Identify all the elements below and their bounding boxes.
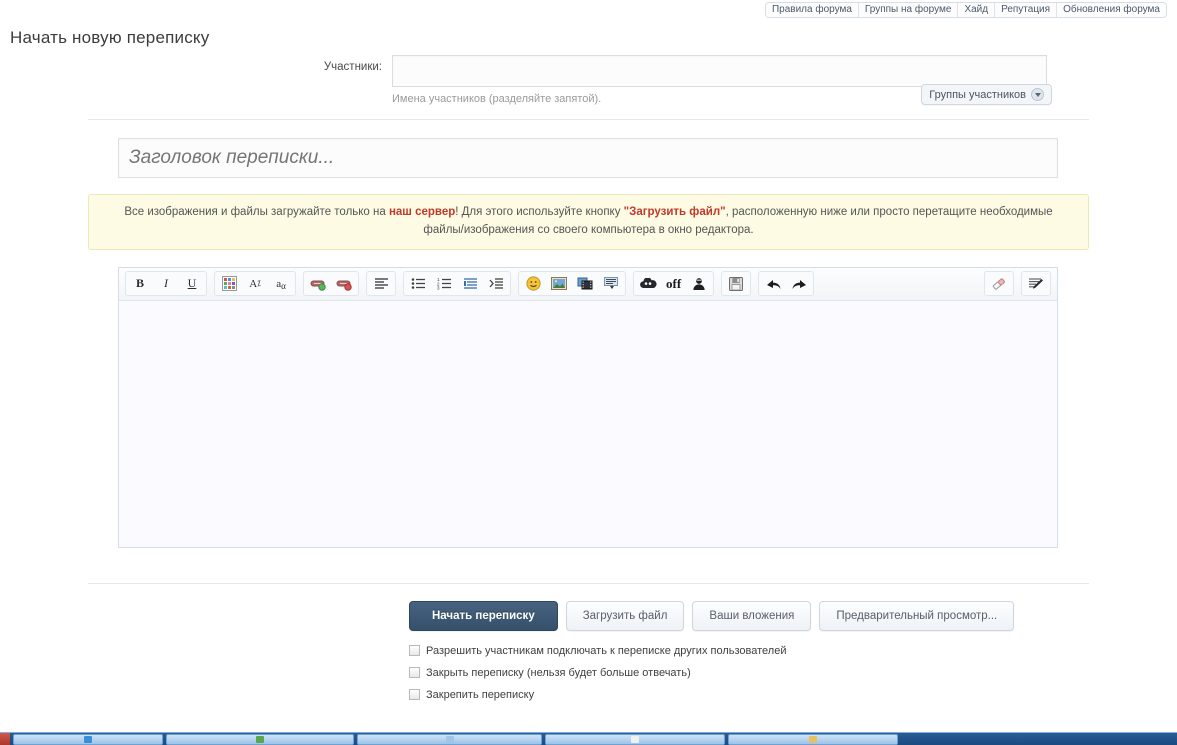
history-group — [758, 271, 815, 297]
cloud-icon[interactable] — [635, 272, 661, 295]
code-icon[interactable] — [483, 272, 509, 295]
media-group — [518, 271, 626, 297]
svg-text:3: 3 — [437, 286, 440, 291]
topnav-forum-updates[interactable]: Обновления форума — [1057, 3, 1166, 17]
video-icon[interactable] — [572, 272, 598, 295]
allow-invite-checkbox[interactable] — [409, 645, 420, 657]
taskbar-app-icon — [256, 735, 264, 743]
image-icon[interactable] — [546, 272, 572, 295]
divider-top — [88, 119, 1089, 120]
participant-groups-label: Группы участников — [929, 88, 1026, 101]
allow-invite-label: Разрешить участникам подключать к перепи… — [426, 644, 787, 657]
divider-bottom — [88, 582, 1089, 584]
taskbar-item[interactable] — [166, 733, 354, 745]
source-mode-icon[interactable] — [1023, 272, 1049, 295]
page-title: Начать новую переписку — [10, 28, 210, 47]
action-buttons-row: Начать переписку Загрузить файл Ваши вло… — [409, 600, 1177, 631]
insert-link-icon[interactable] — [305, 272, 331, 295]
conversation-title-wrap — [118, 138, 1059, 178]
top-navigation-bar: Правила форума Группы на форуме Хайд Реп… — [764, 2, 1167, 18]
option-row: Закрепить переписку — [409, 689, 1177, 701]
italic-icon[interactable]: I — [153, 272, 179, 295]
notice-part-2: ! Для этого используйте кнопку — [455, 206, 624, 218]
off-label[interactable]: off — [661, 272, 686, 295]
taskbar-app-icon — [809, 735, 817, 743]
start-button[interactable] — [0, 733, 10, 745]
taskbar-app-icon — [631, 735, 639, 743]
options-list: Разрешить участникам подключать к перепи… — [409, 645, 1177, 701]
os-taskbar — [0, 732, 1177, 745]
participants-field-column: Имена участников (разделяйте запятой). Г… — [392, 55, 1052, 105]
quote-icon[interactable] — [457, 272, 483, 295]
lock-conversation-checkbox[interactable] — [409, 667, 420, 679]
participants-row: Участники: Имена участников (разделяйте … — [0, 55, 1177, 105]
option-row: Закрыть переписку (нельзя будет больше о… — [409, 667, 1177, 679]
taskbar-item[interactable] — [728, 733, 898, 745]
text-format-group: B I U — [125, 271, 207, 297]
smiley-icon[interactable] — [520, 272, 546, 295]
topnav-forum-groups[interactable]: Группы на форуме — [858, 3, 959, 17]
topnav-hide[interactable]: Хайд — [958, 3, 996, 17]
redo-icon[interactable] — [786, 272, 812, 295]
upload-notice: Все изображения и файлы загружайте тольк… — [88, 194, 1089, 250]
taskbar-app-icon — [445, 735, 454, 743]
notice-part-1: Все изображения и файлы загружайте тольк… — [124, 206, 389, 218]
align-left-icon[interactable] — [368, 272, 394, 295]
pin-conversation-label: Закрепить переписку — [426, 688, 535, 701]
text-color-icon[interactable] — [216, 272, 242, 295]
taskbar-item[interactable] — [13, 733, 163, 745]
your-attachments-button[interactable]: Ваши вложения — [692, 600, 812, 631]
undo-icon[interactable] — [760, 272, 786, 295]
notice-emphasis-upload: "Загрузить файл" — [623, 206, 726, 218]
font-size-letter: A — [249, 277, 258, 290]
page-root: Правила форума Группы на форуме Хайд Реп… — [0, 0, 1177, 745]
eraser-group — [984, 271, 1014, 297]
participants-input[interactable] — [392, 55, 1047, 87]
list-group: 1 2 3 — [403, 271, 511, 297]
link-group — [303, 271, 359, 297]
source-group — [1021, 271, 1051, 297]
lock-conversation-label: Закрыть переписку (нельзя будет больше о… — [426, 666, 691, 679]
font-family-icon[interactable]: aα — [268, 272, 294, 295]
topnav-forum-rules[interactable]: Правила форума — [765, 3, 859, 17]
editor-toolbar: B I U A ⁒ a α 1 2 3 off — [119, 267, 1057, 301]
pin-conversation-checkbox[interactable] — [409, 689, 420, 701]
topnav-reputation[interactable]: Репутация — [995, 3, 1058, 17]
bullet-list-icon[interactable] — [405, 272, 431, 295]
start-conversation-button[interactable]: Начать переписку — [409, 600, 558, 631]
main-content: Участники: Имена участников (разделяйте … — [0, 55, 1177, 711]
user-hide-icon[interactable] — [686, 272, 712, 295]
taskbar-item[interactable] — [545, 733, 725, 745]
remove-link-icon[interactable] — [331, 272, 357, 295]
chevron-down-icon — [1031, 88, 1044, 101]
upload-file-button[interactable]: Загрузить файл — [565, 600, 685, 631]
save-draft-icon[interactable] — [723, 272, 749, 295]
save-group — [721, 271, 752, 297]
notice-emphasis-server: наш сервер — [388, 206, 456, 218]
font-size-arrows: ⁒ — [257, 279, 261, 289]
taskbar-item[interactable] — [357, 733, 542, 745]
option-row: Разрешить участникам подключать к перепи… — [409, 645, 1177, 657]
underline-icon[interactable]: U — [179, 272, 205, 295]
text-style-group: A ⁒ aα — [214, 271, 296, 297]
editor-content-area[interactable] — [119, 300, 1057, 547]
taskbar-app-icon — [84, 735, 92, 743]
conversation-title-input[interactable] — [118, 138, 1058, 178]
participants-label: Участники: — [323, 61, 382, 73]
preview-button[interactable]: Предварительный просмотр... — [819, 600, 1015, 631]
hide-group: off — [633, 271, 715, 297]
participant-groups-button[interactable]: Группы участников — [921, 84, 1052, 105]
numbered-list-icon[interactable]: 1 2 3 — [431, 272, 457, 295]
font-size-icon[interactable]: A ⁒ — [242, 272, 268, 295]
align-group — [366, 271, 396, 297]
eraser-icon[interactable] — [986, 272, 1012, 295]
rich-text-editor: B I U A ⁒ a α 1 2 3 off — [118, 266, 1058, 548]
spoiler-icon[interactable] — [598, 272, 624, 295]
bold-icon[interactable]: B — [127, 272, 153, 295]
